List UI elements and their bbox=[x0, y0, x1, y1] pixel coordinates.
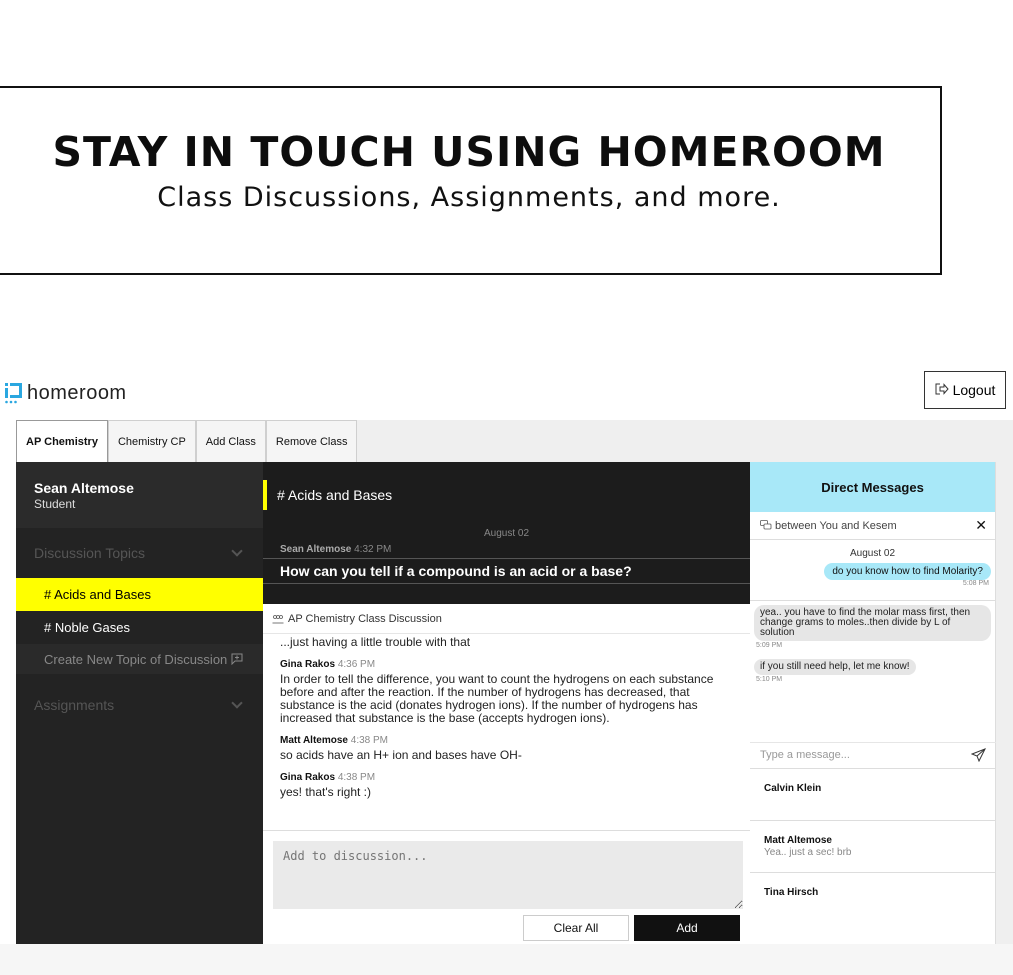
dm-message-input[interactable]: Type a message... bbox=[750, 742, 996, 766]
discussion-header: AP Chemistry Class Discussion bbox=[263, 604, 750, 634]
send-icon[interactable] bbox=[971, 747, 986, 762]
dm-message-received: if you still need help, let me know! bbox=[754, 659, 916, 675]
class-tabs: AP Chemistry Chemistry CP Add Class Remo… bbox=[16, 420, 358, 462]
sidebar: Sean Altemose Student Discussion Topics … bbox=[16, 462, 263, 944]
dm-thread-label: between You and Kesem bbox=[775, 519, 897, 532]
chat-bubbles-icon bbox=[760, 520, 772, 531]
dm-message-time: 5:09 PM bbox=[756, 642, 783, 649]
discussion-input[interactable] bbox=[273, 841, 743, 909]
contact-name: Tina Hirsch bbox=[764, 887, 819, 898]
message: ...just having a little trouble with tha… bbox=[280, 636, 733, 649]
message: Matt Altemose 4:38 PM so acids have an H… bbox=[280, 734, 733, 762]
message-author: Gina Rakos bbox=[280, 659, 336, 670]
pinned-question-text: How can you tell if a compound is an aci… bbox=[263, 558, 750, 584]
message: Gina Rakos 4:36 PM In order to tell the … bbox=[280, 658, 733, 725]
dm-message-time: 5:10 PM bbox=[756, 676, 783, 683]
message-text: yes! that's right :) bbox=[280, 785, 371, 799]
message-time: 4:38 PM bbox=[337, 772, 376, 783]
tab-ap-chemistry[interactable]: AP Chemistry bbox=[16, 420, 108, 462]
message-time: 4:38 PM bbox=[350, 735, 389, 746]
message-text: so acids have an H+ ion and bases have O… bbox=[280, 748, 522, 762]
tab-remove-class[interactable]: Remove Class bbox=[265, 420, 358, 462]
dm-message-time: 5:08 PM bbox=[962, 580, 989, 587]
add-button[interactable]: Add bbox=[634, 915, 740, 941]
tab-add-class[interactable]: Add Class bbox=[195, 420, 266, 462]
discussion-topics-heading: Discussion Topics bbox=[34, 545, 146, 561]
user-name: Sean Altemose bbox=[34, 480, 134, 496]
tab-chemistry-cp[interactable]: Chemistry CP bbox=[107, 420, 196, 462]
close-icon[interactable]: ✕ bbox=[975, 517, 987, 534]
contact-name: Calvin Klein bbox=[764, 783, 822, 794]
composer: Clear All Add bbox=[263, 830, 750, 944]
create-topic-button[interactable]: Create New Topic of Discussion bbox=[16, 644, 263, 674]
user-profile: Sean Altemose Student bbox=[16, 462, 263, 528]
chevron-down-icon bbox=[231, 545, 243, 557]
homeroom-logo-icon bbox=[4, 381, 24, 405]
contact-list: Calvin Klein Matt Altemose Yea.. just a … bbox=[750, 768, 996, 924]
channel-accent-bar bbox=[263, 480, 267, 510]
pinned-question: August 02 Sean Altemose 4:32 PM How can … bbox=[263, 528, 750, 604]
topic-noble-gases[interactable]: # Noble Gases bbox=[16, 611, 263, 644]
pinned-meta: Sean Altemose 4:32 PM bbox=[263, 544, 750, 555]
group-icon bbox=[272, 614, 284, 624]
discussion-panel: # Acids and Bases August 02 Sean Altemos… bbox=[263, 462, 750, 944]
contact-item[interactable]: Matt Altemose Yea.. just a sec! brb bbox=[750, 820, 996, 872]
message-list: ...just having a little trouble with tha… bbox=[263, 634, 750, 832]
pinned-date: August 02 bbox=[483, 528, 530, 539]
create-topic-label: Create New Topic of Discussion bbox=[44, 651, 228, 667]
channel-header: # Acids and Bases bbox=[263, 462, 750, 528]
promo-title: STAY IN TOUCH USING HOMEROOM bbox=[52, 128, 886, 176]
bottom-strip bbox=[0, 944, 1013, 975]
dm-thread-header: between You and Kesem ✕ bbox=[750, 512, 995, 540]
assignments-heading: Assignments bbox=[34, 697, 115, 713]
contact-item[interactable]: Tina Hirsch bbox=[750, 872, 996, 924]
topic-acids-and-bases[interactable]: # Acids and Bases bbox=[16, 578, 263, 611]
dm-message-sent: do you know how to find Molarity? bbox=[824, 563, 991, 580]
contact-name: Matt Altemose bbox=[764, 835, 832, 846]
logo-text: homeroom bbox=[27, 381, 127, 404]
direct-messages-panel: Direct Messages between You and Kesem ✕ … bbox=[750, 462, 996, 944]
logout-icon bbox=[935, 382, 949, 398]
promo-subtitle: Class Discussions, Assignments, and more… bbox=[157, 182, 781, 213]
app-logo: homeroom bbox=[4, 381, 127, 405]
channel-title: # Acids and Bases bbox=[277, 487, 393, 503]
divider bbox=[750, 600, 995, 601]
message: Gina Rakos 4:38 PM yes! that's right :) bbox=[280, 771, 733, 799]
message-time: 4:36 PM bbox=[337, 659, 376, 670]
assignments-toggle[interactable]: Assignments bbox=[16, 680, 263, 730]
message-text: ...just having a little trouble with tha… bbox=[280, 635, 471, 649]
contact-item[interactable]: Calvin Klein bbox=[750, 768, 996, 820]
dm-input-placeholder: Type a message... bbox=[760, 748, 850, 761]
pinned-author: Sean Altemose bbox=[280, 544, 352, 555]
discussion-label: AP Chemistry Class Discussion bbox=[288, 612, 442, 625]
contact-preview: Yea.. just a sec! brb bbox=[764, 847, 852, 858]
logout-button[interactable]: Logout bbox=[924, 371, 1006, 409]
dm-message-received: yea.. you have to find the molar mass fi… bbox=[754, 605, 991, 641]
logout-label: Logout bbox=[952, 382, 996, 398]
pinned-time: 4:32 PM bbox=[354, 544, 392, 555]
discussion-topics-toggle[interactable]: Discussion Topics bbox=[16, 528, 263, 578]
user-role: Student bbox=[34, 497, 76, 511]
clear-all-button[interactable]: Clear All bbox=[523, 915, 629, 941]
message-author: Gina Rakos bbox=[280, 772, 336, 783]
dm-title: Direct Messages bbox=[750, 462, 995, 512]
chevron-down-icon bbox=[231, 697, 243, 709]
message-author: Matt Altemose bbox=[280, 735, 348, 746]
message-text: In order to tell the difference, you wan… bbox=[280, 672, 714, 725]
dm-date: August 02 bbox=[849, 548, 896, 559]
promo-banner: STAY IN TOUCH USING HOMEROOM Class Discu… bbox=[0, 86, 942, 275]
new-message-icon bbox=[231, 653, 243, 665]
app-window: AP Chemistry Chemistry CP Add Class Remo… bbox=[16, 420, 1013, 944]
